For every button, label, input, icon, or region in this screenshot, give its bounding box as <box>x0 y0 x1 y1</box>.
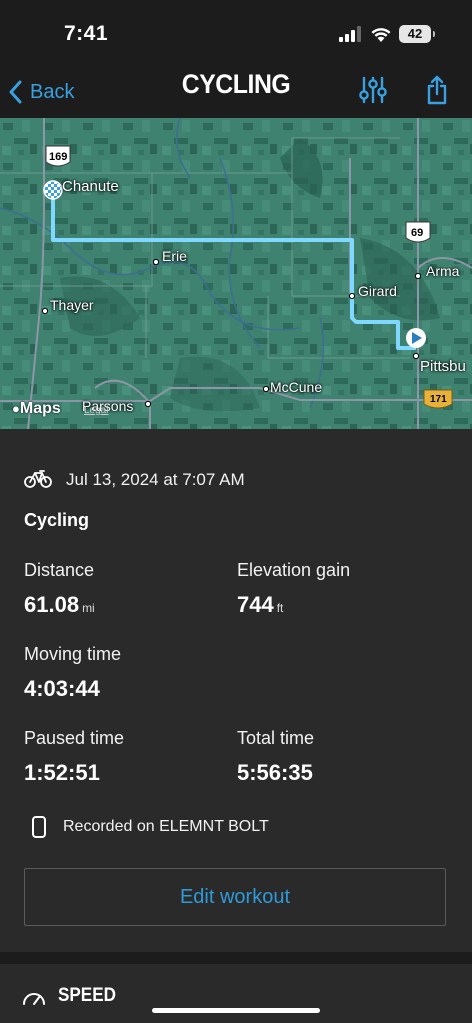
elevation-label: Elevation gain <box>237 560 351 580</box>
activity-date: Jul 13, 2024 at 7:07 AM <box>66 470 245 489</box>
place-pittsburg: Pittsbu <box>420 358 466 375</box>
moving-time-value: 4:03:44 <box>24 676 100 701</box>
place-chanute: Chanute <box>62 178 119 195</box>
distance-unit: mi <box>82 601 95 615</box>
section-divider <box>0 952 472 964</box>
place-mccune: McCune <box>270 379 323 395</box>
wifi-icon <box>371 28 391 42</box>
moving-time-label: Moving time <box>24 644 122 664</box>
shield-us169: 169 <box>49 151 68 163</box>
place-erie: Erie <box>162 248 187 264</box>
place-girard: Girard <box>358 283 397 299</box>
battery-icon: 42 <box>399 25 431 43</box>
total-time-value: 5:56:35 <box>237 760 313 785</box>
speedometer-icon <box>23 993 45 1005</box>
distance-label: Distance <box>24 560 95 580</box>
cellular-signal-icon <box>339 26 361 42</box>
map-canvas <box>0 118 472 429</box>
battery-level: 42 <box>407 26 423 41</box>
shield-us69: 69 <box>411 227 424 239</box>
route-map[interactable]: 169 69 171 Chanute Erie Girard Arma Thay… <box>0 118 472 429</box>
home-indicator[interactable] <box>152 1008 320 1013</box>
share-icon[interactable] <box>425 74 449 106</box>
edit-workout-button[interactable]: Edit workout <box>24 868 446 926</box>
recorded-device: Recorded on ELEMNT BOLT <box>63 818 269 835</box>
legal-link[interactable]: Legal <box>84 405 108 416</box>
paused-time-label: Paused time <box>24 728 125 748</box>
paused-time-value: 1:52:51 <box>24 760 100 785</box>
status-time: 7:41 <box>64 22 109 45</box>
elevation-value: 744 ft <box>237 592 284 617</box>
bicycle-icon <box>24 470 52 488</box>
total-time-label: Total time <box>237 728 315 748</box>
elevation-unit: ft <box>276 601 284 615</box>
place-thayer: Thayer <box>50 297 94 313</box>
device-icon <box>32 816 46 838</box>
apple-logo-icon: ● <box>12 401 20 416</box>
activity-type: Cycling <box>24 510 90 530</box>
place-arma: Arma <box>426 263 460 279</box>
shield-k171: 171 <box>430 394 447 405</box>
speed-section-title: SPEED <box>58 985 116 1006</box>
distance-value: 61.08 mi <box>24 592 95 617</box>
maps-attribution: ●Maps <box>12 400 61 417</box>
sliders-icon[interactable] <box>358 76 388 104</box>
